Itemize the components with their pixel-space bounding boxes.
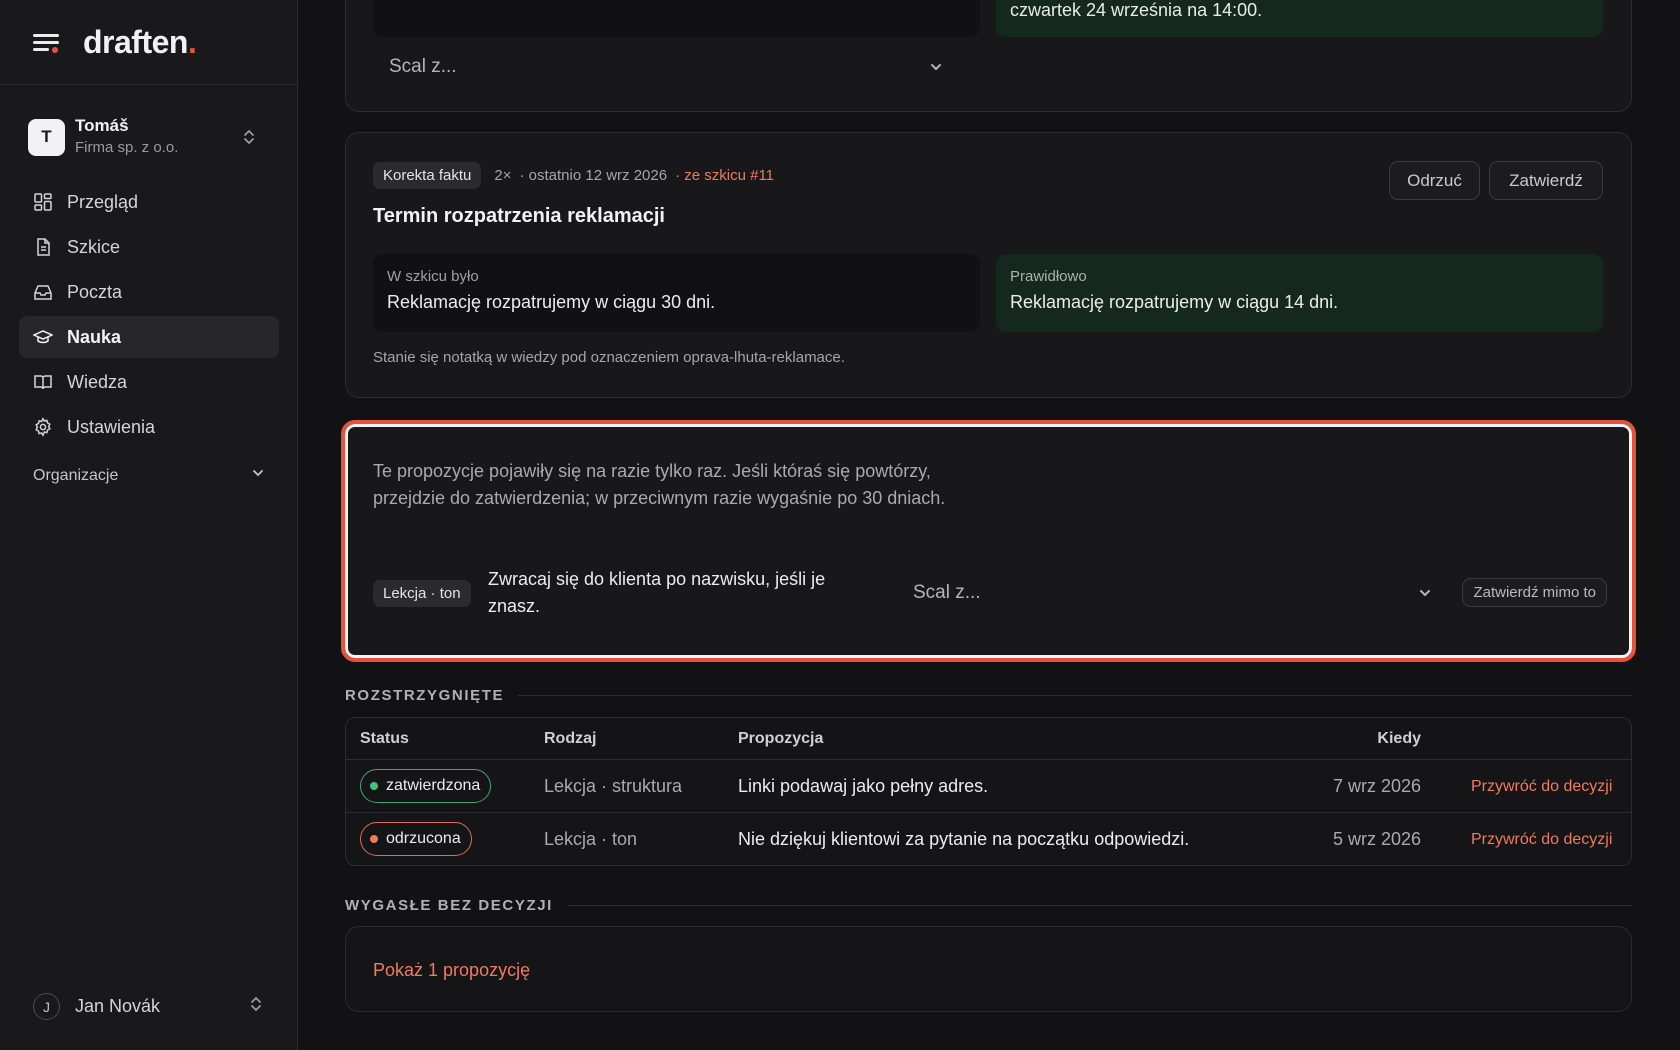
resolved-section-label: ROZSTRZYGNIĘTE <box>345 687 505 704</box>
status-badge: odrzucona <box>360 822 472 856</box>
expired-section-header: WYGASŁE BEZ DECYZJI <box>345 897 1632 914</box>
col-status: Status <box>360 730 409 747</box>
was-label: W szkicu było <box>387 268 479 285</box>
chevron-updown-icon <box>249 995 263 1018</box>
nav-label: Szkice <box>67 236 121 257</box>
was-text: Reklamację rozpatrujemy w ciągu 30 dni. <box>387 292 716 312</box>
chevron-down-icon <box>251 466 265 485</box>
merge-select[interactable]: Scal z... <box>389 56 944 78</box>
chevron-down-icon <box>931 64 941 71</box>
file-icon <box>33 237 53 257</box>
restore-link[interactable]: Przywróć do decyzji <box>1471 778 1612 796</box>
resolved-section-header: ROZSTRZYGNIĘTE <box>345 687 1632 704</box>
chevron-updown-icon <box>242 128 256 151</box>
nav-label: Przegląd <box>67 191 139 212</box>
show-expired-link[interactable]: Pokaż 1 propozycję <box>373 960 530 981</box>
book-icon <box>33 372 53 392</box>
sidebar: draften. T Tomáš Firma sp. z o.o. Przegl… <box>0 0 298 1050</box>
main-content: czwartek 24 września na 14:00. Scal z...… <box>298 0 1680 1050</box>
user-name: Jan Novák <box>75 996 161 1016</box>
status-text: odrzucona <box>386 830 461 847</box>
row-proposal: Nie dziękuj klientowi za pytanie na pocz… <box>738 829 1190 849</box>
last-seen-date: · ostatnio 12 wrz 2026 <box>519 167 668 184</box>
proposal-card-previous: czwartek 24 września na 14:00. Scal z... <box>345 0 1632 112</box>
table-header: Status Rodzaj Propozycja Kiedy <box>346 718 1631 760</box>
correct-panel: Prawidłowo Reklamację rozpatrujemy w cią… <box>996 254 1603 332</box>
col-when: Kiedy <box>1377 730 1421 747</box>
reject-button[interactable]: Odrzuć <box>1389 161 1480 200</box>
logo[interactable]: draften. <box>83 23 197 61</box>
nav-label: Nauka <box>67 326 122 347</box>
chevron-down-icon <box>1420 590 1430 597</box>
proposal-type-tag: Korekta faktu <box>373 162 482 189</box>
col-proposal: Propozycja <box>738 730 824 747</box>
row-kind: Lekcja · ton <box>544 829 638 849</box>
status-dot <box>370 782 378 790</box>
row-proposal: Linki podawaj jako pełny adres. <box>738 776 989 796</box>
graduation-cap-icon <box>33 327 53 347</box>
workspace-switcher[interactable]: T Tomáš Firma sp. z o.o. <box>20 110 278 164</box>
expired-section-label: WYGASŁE BEZ DECYZJI <box>345 897 553 914</box>
logo-text: draften <box>83 23 188 60</box>
nav-label: Wiedza <box>67 371 128 392</box>
restore-link[interactable]: Przywróć do decyzji <box>1471 831 1612 849</box>
inbox-icon <box>33 282 53 302</box>
resolved-table: Status Rodzaj Propozycja Kiedy zatwierdz… <box>345 717 1632 866</box>
user-menu[interactable]: J Jan Novák <box>33 993 265 1020</box>
correct-text: Reklamację rozpatrujemy w ciągu 14 dni. <box>1010 292 1339 312</box>
correct-label: Prawidłowo <box>1010 268 1087 285</box>
nav-item-nauka[interactable]: Nauka <box>19 316 279 358</box>
proposal-title: Termin rozpatrzenia reklamacji <box>373 205 665 227</box>
grid-icon <box>33 192 53 212</box>
row-date: 7 wrz 2026 <box>1332 776 1421 796</box>
merge-select-value: Scal z... <box>389 56 457 77</box>
workspace-avatar: T <box>28 118 65 156</box>
nav-item-szkice[interactable]: Szkice <box>19 226 279 268</box>
status-badge: zatwierdzona <box>360 769 492 803</box>
logo-dot: . <box>187 23 197 60</box>
user-avatar: J <box>33 993 60 1020</box>
menu-icon[interactable] <box>33 32 59 53</box>
nav-item-ustawienia[interactable]: Ustawienia <box>19 406 279 448</box>
brand-header: draften. <box>0 0 297 85</box>
pending-proposal-row: Lekcja · ton Zwracaj się do klienta po n… <box>373 563 1607 623</box>
occurrence-count: 2× <box>494 167 512 184</box>
source-draft-link[interactable]: · ze szkicu #11 <box>675 167 774 184</box>
row-kind: Lekcja · struktura <box>544 776 683 796</box>
workspace-name: Tomáš <box>75 116 129 136</box>
correct-panel: czwartek 24 września na 14:00. <box>996 0 1603 37</box>
merge-select[interactable]: Scal z... <box>913 582 1433 604</box>
workspace-company: Firma sp. z o.o. <box>75 139 179 157</box>
proposal-note: Stanie się notatką w wiedzy pod oznaczen… <box>373 349 845 366</box>
table-row: odrzucona Lekcja · ton Nie dziękuj klien… <box>346 813 1631 865</box>
nav-label: Poczta <box>67 281 123 302</box>
was-panel: W szkicu było Reklamację rozpatrujemy w … <box>373 254 980 332</box>
nav-item-poczta[interactable]: Poczta <box>19 271 279 313</box>
organizations-label: Organizacje <box>33 466 119 484</box>
col-kind: Rodzaj <box>544 730 597 747</box>
status-text: zatwierdzona <box>386 777 481 794</box>
main-nav: Przegląd Szkice Poczta Nauka Wiedza Usta… <box>19 181 279 451</box>
nav-item-wiedza[interactable]: Wiedza <box>19 361 279 403</box>
pending-proposals-card: Te propozycje pojawiły się na razie tylk… <box>341 420 1636 662</box>
nav-label: Ustawienia <box>67 416 156 437</box>
pending-info-text: Te propozycje pojawiły się na razie tylk… <box>373 461 946 508</box>
was-panel <box>373 0 980 37</box>
correct-text: czwartek 24 września na 14:00. <box>1010 0 1263 20</box>
proposal-lesson-text: Zwracaj się do klienta po nazwisku, jeśl… <box>488 569 826 616</box>
approve-anyway-button[interactable]: Zatwierdź mimo to <box>1462 578 1607 607</box>
expired-proposals-card: Pokaż 1 propozycję <box>345 926 1632 1012</box>
row-date: 5 wrz 2026 <box>1332 829 1421 849</box>
status-dot <box>370 835 378 843</box>
proposal-type-tag: Lekcja · ton <box>373 580 471 607</box>
approve-button[interactable]: Zatwierdź <box>1489 161 1603 200</box>
merge-select-value: Scal z... <box>913 582 981 603</box>
nav-item-przeglad[interactable]: Przegląd <box>19 181 279 223</box>
table-row: zatwierdzona Lekcja · struktura Linki po… <box>346 760 1631 813</box>
organizations-toggle[interactable]: Organizacje <box>33 466 265 485</box>
proposal-meta: Korekta faktu 2× · ostatnio 12 wrz 2026 … <box>373 162 774 189</box>
gear-icon <box>33 417 53 437</box>
proposal-card-fact-correction: Korekta faktu 2× · ostatnio 12 wrz 2026 … <box>345 132 1632 398</box>
